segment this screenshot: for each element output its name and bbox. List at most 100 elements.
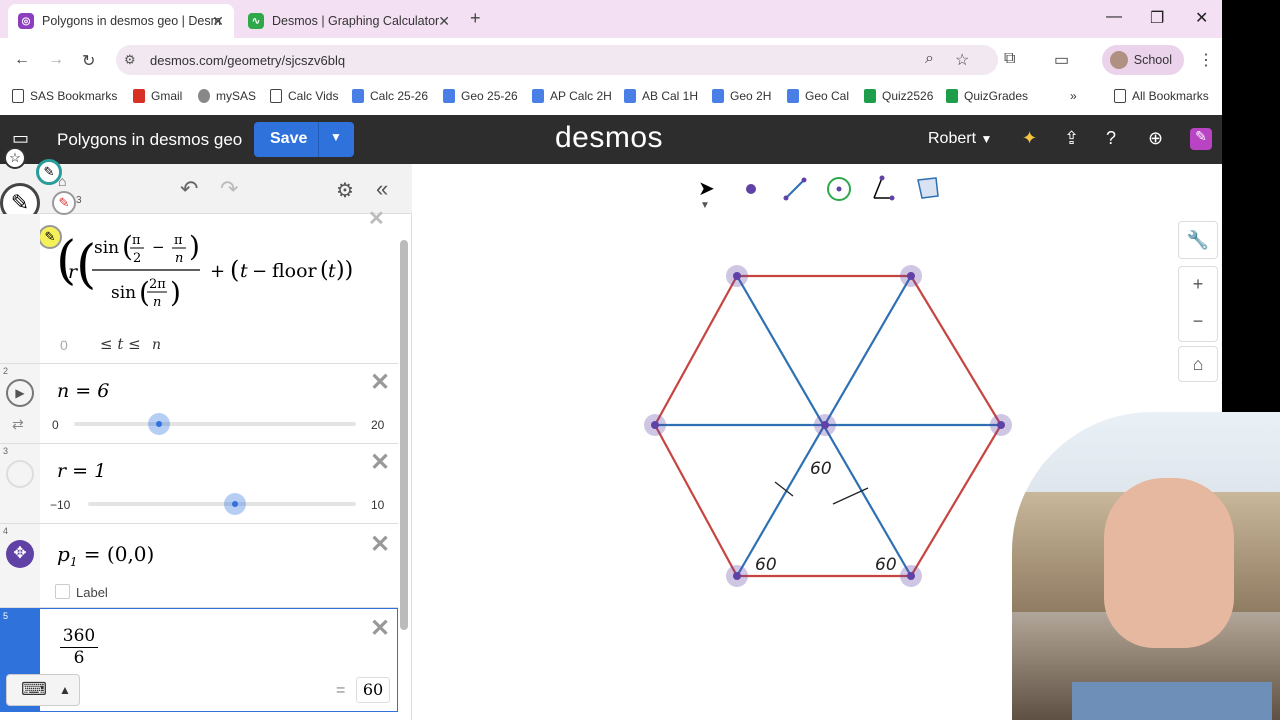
label-checkbox[interactable]: [55, 584, 70, 599]
home-icon[interactable]: ⌂: [1182, 348, 1214, 380]
zoom-icon[interactable]: ⌕: [925, 50, 934, 68]
undo-icon[interactable]: ↶: [180, 176, 198, 202]
geometry-tools: [746, 175, 939, 201]
pointer-tool-icon[interactable]: ➤: [698, 176, 715, 201]
docs-icon: [624, 89, 636, 103]
zoom-out-icon[interactable]: −: [1182, 305, 1214, 337]
profile-button[interactable]: School: [1102, 45, 1184, 75]
slider-expression-r[interactable]: r = 1: [57, 460, 106, 482]
slider-max[interactable]: 10: [371, 498, 384, 512]
delete-expression-icon[interactable]: ✕: [370, 368, 390, 397]
bookmark-item[interactable]: Quiz2526: [864, 89, 933, 103]
bookmark-item[interactable]: Calc 25-26: [352, 89, 428, 103]
bookmark-item[interactable]: Geo 2H: [712, 89, 771, 103]
restore-icon[interactable]: ❐: [1150, 8, 1164, 28]
bookmark-item[interactable]: Calc Vids: [270, 89, 338, 103]
hidden-toggle-icon[interactable]: [6, 460, 34, 488]
reload-icon[interactable]: ↻: [82, 51, 95, 71]
redo-icon[interactable]: ↷: [220, 176, 238, 202]
bookmark-item[interactable]: AP Calc 2H: [532, 89, 612, 103]
close-window-icon[interactable]: ✕: [1195, 8, 1208, 28]
cast-icon[interactable]: ▭: [1054, 50, 1069, 70]
more-bookmarks-icon[interactable]: »: [1070, 89, 1077, 103]
help-icon[interactable]: ?: [1106, 128, 1116, 149]
delete-expression-icon[interactable]: ✕: [368, 206, 385, 231]
sparkle-icon[interactable]: ✦: [1022, 128, 1037, 149]
point-expression[interactable]: p1 = (0,0): [57, 542, 154, 569]
wrench-icon[interactable]: 🔧: [1182, 224, 1214, 256]
zoom-in-icon[interactable]: +: [1182, 268, 1214, 300]
webcam-overlay: [1012, 412, 1280, 720]
slider-track-n[interactable]: [74, 422, 356, 426]
segment-tool-icon: [783, 177, 807, 201]
red-pen-icon[interactable]: ✎: [52, 191, 76, 215]
bookmark-item[interactable]: AB Cal 1H: [624, 89, 698, 103]
keyboard-toggle-button[interactable]: ⌨ ▲: [6, 674, 80, 706]
chevron-down-icon[interactable]: ▼: [700, 200, 710, 211]
polygon-tool-icon: [917, 177, 939, 199]
chevron-down-icon: ▼: [980, 132, 993, 146]
extensions-icon[interactable]: ⧉: [1004, 50, 1015, 68]
back-icon[interactable]: ←: [14, 51, 30, 69]
site-settings-icon[interactable]: ⚙: [124, 52, 136, 68]
angle-tool-icon: [873, 175, 895, 201]
domain-label: ≤ t ≤: [100, 335, 141, 353]
tab-polygons[interactable]: ◎ Polygons in desmos geo | Desm ✕: [8, 4, 234, 38]
expression-row-2[interactable]: [0, 364, 398, 444]
label-checkbox-text: Label: [76, 585, 108, 600]
domain-min-field[interactable]: 0: [60, 337, 68, 353]
play-slider-button[interactable]: ▶: [6, 379, 34, 407]
star-icon[interactable]: ☆: [4, 147, 26, 169]
slider-expression-n[interactable]: n = 6: [57, 380, 109, 402]
menu-icon[interactable]: ⋮: [1198, 50, 1214, 70]
settings-icon[interactable]: ⚙: [336, 178, 354, 203]
bookmark-item[interactable]: SAS Bookmarks: [12, 89, 117, 103]
slider-min[interactable]: 0: [52, 418, 59, 432]
delete-expression-icon[interactable]: ✕: [370, 614, 390, 643]
eraser-icon[interactable]: ⌂: [58, 173, 66, 189]
slider-min[interactable]: −10: [50, 498, 70, 512]
svg-text:): ): [170, 276, 181, 309]
language-icon[interactable]: ⊕: [1148, 128, 1163, 149]
svg-text:2π: 2π: [149, 277, 166, 292]
slider-thumb-r[interactable]: [224, 493, 246, 515]
annotation-app-icon[interactable]: ✎: [1190, 128, 1212, 150]
bookmark-item[interactable]: Geo Cal: [787, 89, 849, 103]
slider-thumb-n[interactable]: [148, 413, 170, 435]
minimize-icon[interactable]: —: [1106, 8, 1122, 26]
angle-label-left: 60: [755, 555, 777, 575]
domain-max-field[interactable]: n: [152, 337, 161, 353]
expression-row-3[interactable]: [0, 444, 398, 524]
delete-expression-icon[interactable]: ✕: [370, 530, 390, 559]
loop-icon[interactable]: ⇄: [12, 416, 24, 433]
bookmark-item[interactable]: mySAS: [198, 89, 256, 103]
share-icon[interactable]: ⇪: [1064, 128, 1079, 149]
chevron-down-icon[interactable]: ▼: [330, 130, 342, 144]
angle-label-right: 60: [875, 555, 897, 575]
svg-text:): ): [189, 230, 200, 263]
bookmark-item[interactable]: QuizGrades: [946, 89, 1028, 103]
expression-number: 4: [3, 526, 9, 536]
slider-max[interactable]: 20: [371, 418, 384, 432]
url-field[interactable]: desmos.com/geometry/sjcszv6blq: [116, 45, 998, 75]
scrollbar[interactable]: [400, 240, 408, 630]
close-tab-icon[interactable]: ✕: [212, 13, 224, 30]
svg-text:floor: floor: [272, 260, 318, 282]
forward-icon[interactable]: →: [48, 51, 64, 69]
new-tab-icon[interactable]: +: [470, 8, 481, 29]
collapse-panel-icon[interactable]: «: [376, 176, 388, 202]
all-bookmarks[interactable]: All Bookmarks: [1114, 89, 1209, 103]
move-point-icon[interactable]: ✥: [6, 540, 34, 568]
close-tab-icon[interactable]: ✕: [438, 13, 450, 30]
bookmark-item[interactable]: Geo 25-26: [443, 89, 518, 103]
delete-expression-icon[interactable]: ✕: [370, 448, 390, 477]
user-menu[interactable]: Robert ▼: [928, 130, 992, 148]
tab-graphing-calculator[interactable]: ∿ Desmos | Graphing Calculator ✕: [238, 4, 460, 38]
svg-text:n: n: [153, 295, 161, 310]
avatar: [1110, 51, 1128, 69]
bookmark-item[interactable]: Gmail: [133, 89, 182, 103]
slider-track-r[interactable]: [88, 502, 356, 506]
fraction-expression[interactable]: 360 6: [60, 626, 98, 668]
star-icon[interactable]: ☆: [955, 50, 969, 70]
save-button[interactable]: Save ▼: [254, 122, 354, 157]
